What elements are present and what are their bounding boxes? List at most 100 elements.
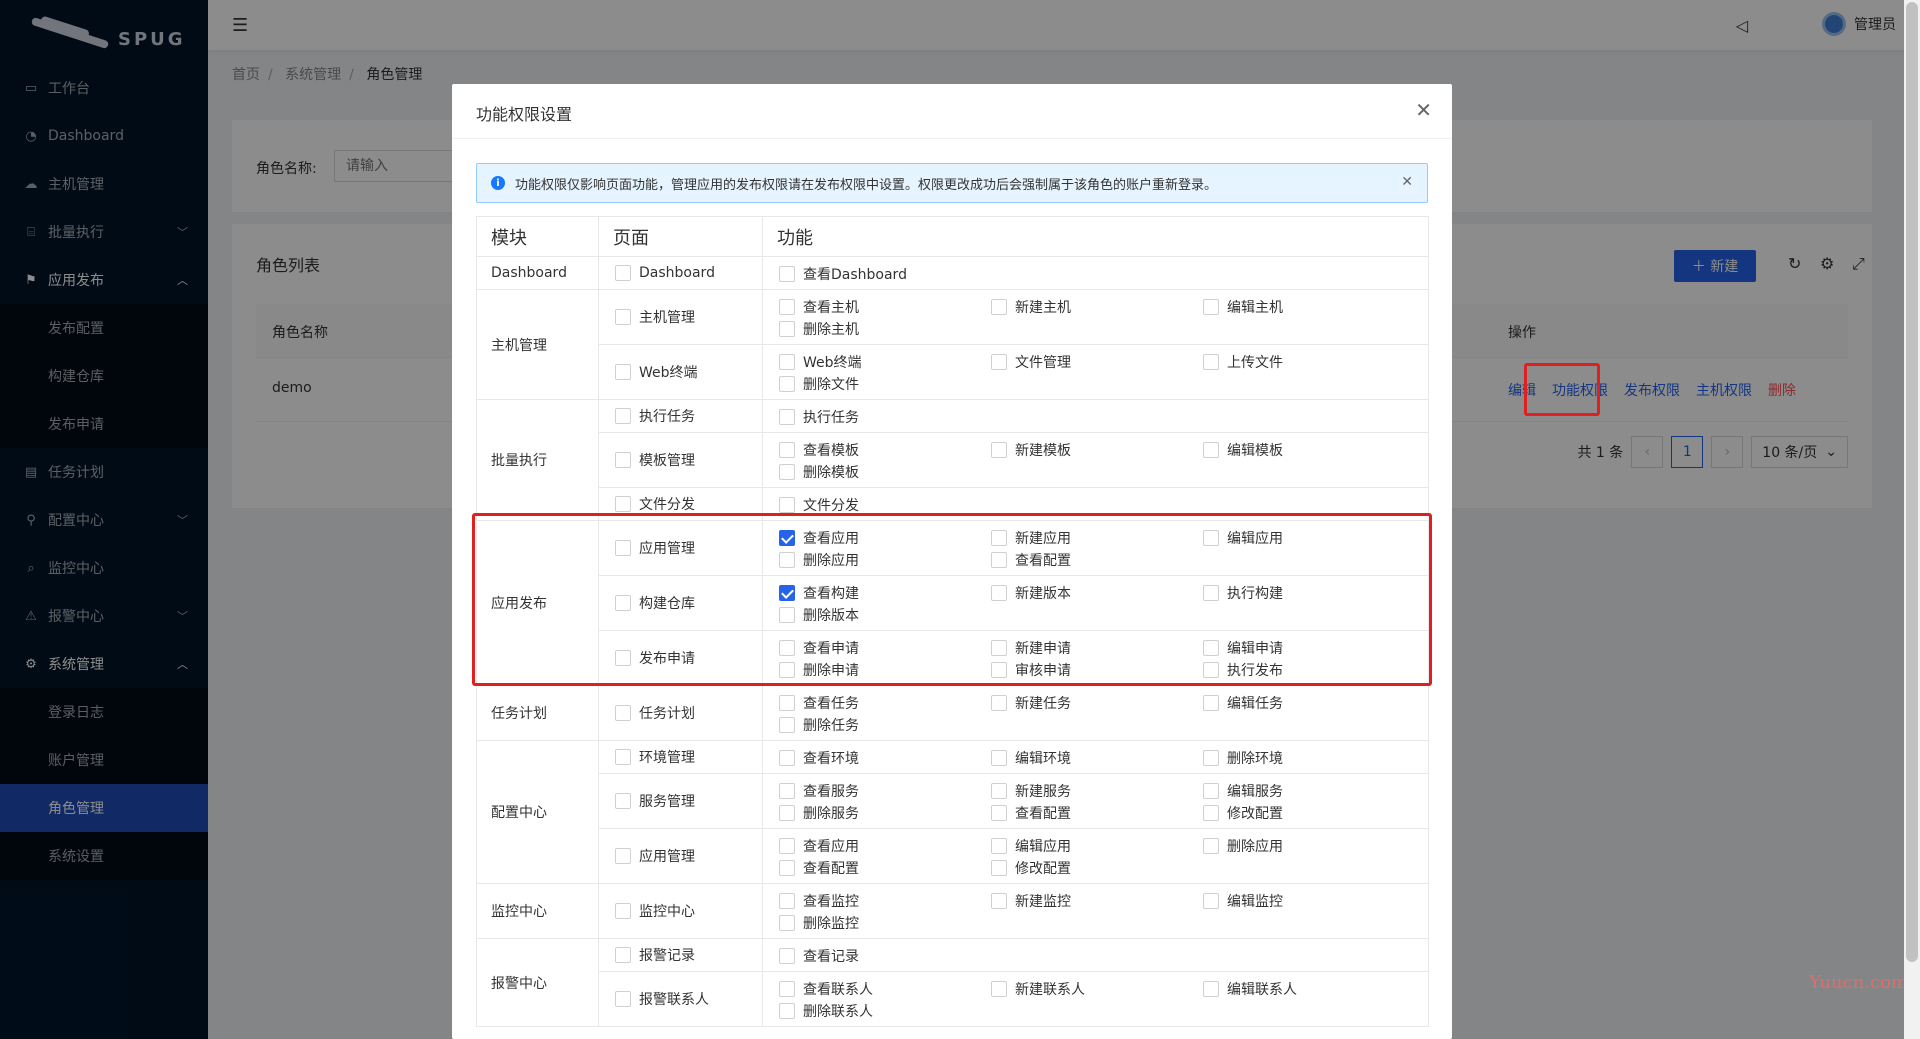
checkbox[interactable]	[779, 915, 795, 931]
function-checkbox[interactable]: 查看配置	[991, 802, 1203, 824]
checkbox[interactable]	[779, 717, 795, 733]
function-checkbox[interactable]: 编辑监控	[1203, 890, 1415, 912]
checkbox[interactable]	[779, 860, 795, 876]
page-checkbox[interactable]: Web终端	[615, 361, 698, 383]
checkbox[interactable]	[779, 948, 795, 964]
close-icon[interactable]: ✕	[1415, 98, 1432, 122]
function-checkbox[interactable]: 删除联系人	[779, 1000, 991, 1022]
checkbox[interactable]	[615, 990, 631, 1007]
function-checkbox[interactable]: 删除主机	[779, 318, 991, 340]
checkbox[interactable]	[1203, 981, 1219, 997]
checkbox[interactable]	[1203, 893, 1219, 909]
function-checkbox[interactable]: 查看Dashboard	[779, 263, 991, 285]
page-checkbox[interactable]: 报警记录	[615, 944, 695, 966]
checkbox[interactable]	[615, 308, 631, 325]
function-checkbox[interactable]: 编辑应用	[991, 835, 1203, 857]
checkbox[interactable]	[779, 299, 795, 315]
checkbox[interactable]	[779, 805, 795, 821]
checkbox[interactable]	[1203, 750, 1219, 766]
checkbox[interactable]	[1203, 805, 1219, 821]
checkbox[interactable]	[615, 748, 631, 765]
checkbox[interactable]	[779, 838, 795, 854]
function-checkbox[interactable]: 查看配置	[779, 857, 991, 879]
checkbox[interactable]	[991, 783, 1007, 799]
function-checkbox[interactable]: 新建主机	[991, 296, 1203, 318]
function-checkbox[interactable]: 执行任务	[779, 406, 991, 428]
page-checkbox[interactable]: 服务管理	[615, 790, 695, 812]
checkbox[interactable]	[1203, 695, 1219, 711]
page-checkbox[interactable]: 文件分发	[615, 493, 695, 515]
function-checkbox[interactable]: 新建模板	[991, 439, 1203, 461]
checkbox[interactable]	[1203, 299, 1219, 315]
checkbox[interactable]	[779, 783, 795, 799]
page-checkbox[interactable]: 模板管理	[615, 449, 695, 471]
checkbox[interactable]	[1203, 783, 1219, 799]
function-checkbox[interactable]: 查看主机	[779, 296, 991, 318]
page-checkbox[interactable]: Dashboard	[615, 262, 715, 284]
checkbox[interactable]	[991, 442, 1007, 458]
checkbox[interactable]	[615, 451, 631, 468]
checkbox[interactable]	[779, 750, 795, 766]
function-checkbox[interactable]: 查看监控	[779, 890, 991, 912]
checkbox[interactable]	[615, 792, 631, 809]
checkbox[interactable]	[779, 1003, 795, 1019]
checkbox[interactable]	[779, 266, 795, 282]
function-checkbox[interactable]: 查看记录	[779, 945, 991, 967]
checkbox[interactable]	[991, 860, 1007, 876]
function-checkbox[interactable]: 编辑主机	[1203, 296, 1415, 318]
function-checkbox[interactable]: 删除模板	[779, 461, 991, 483]
scrollbar-thumb[interactable]	[1906, 2, 1918, 962]
page-checkbox[interactable]: 执行任务	[615, 405, 695, 427]
checkbox[interactable]	[991, 750, 1007, 766]
function-checkbox[interactable]: 编辑服务	[1203, 780, 1415, 802]
page-checkbox[interactable]: 环境管理	[615, 746, 695, 768]
checkbox[interactable]	[991, 354, 1007, 370]
function-checkbox[interactable]: 删除监控	[779, 912, 991, 934]
function-checkbox[interactable]: 新建联系人	[991, 978, 1203, 1000]
checkbox[interactable]	[615, 704, 631, 721]
page-checkbox[interactable]: 报警联系人	[615, 988, 709, 1010]
checkbox[interactable]	[779, 442, 795, 458]
checkbox[interactable]	[991, 981, 1007, 997]
function-checkbox[interactable]: 编辑任务	[1203, 692, 1415, 714]
page-checkbox[interactable]: 监控中心	[615, 900, 695, 922]
function-checkbox[interactable]: 文件管理	[991, 351, 1203, 373]
checkbox[interactable]	[615, 495, 631, 512]
checkbox[interactable]	[1203, 354, 1219, 370]
function-checkbox[interactable]: 删除服务	[779, 802, 991, 824]
function-checkbox[interactable]: 删除环境	[1203, 747, 1415, 769]
function-checkbox[interactable]: 新建服务	[991, 780, 1203, 802]
function-checkbox[interactable]: 删除任务	[779, 714, 991, 736]
function-checkbox[interactable]: 新建任务	[991, 692, 1203, 714]
function-checkbox[interactable]: 新建监控	[991, 890, 1203, 912]
page-checkbox[interactable]: 应用管理	[615, 845, 695, 867]
checkbox[interactable]	[779, 464, 795, 480]
function-checkbox[interactable]: 查看模板	[779, 439, 991, 461]
function-checkbox[interactable]: 编辑环境	[991, 747, 1203, 769]
checkbox[interactable]	[615, 946, 631, 963]
function-checkbox[interactable]: 查看联系人	[779, 978, 991, 1000]
function-checkbox[interactable]: Web终端	[779, 351, 991, 373]
checkbox[interactable]	[615, 407, 631, 424]
checkbox[interactable]	[991, 299, 1007, 315]
checkbox[interactable]	[779, 321, 795, 337]
checkbox[interactable]	[991, 893, 1007, 909]
function-checkbox[interactable]: 修改配置	[1203, 802, 1415, 824]
checkbox[interactable]	[615, 902, 631, 919]
checkbox[interactable]	[615, 847, 631, 864]
checkbox[interactable]	[779, 695, 795, 711]
function-checkbox[interactable]: 上传文件	[1203, 351, 1415, 373]
function-checkbox[interactable]: 删除应用	[1203, 835, 1415, 857]
checkbox[interactable]	[1203, 838, 1219, 854]
function-checkbox[interactable]: 查看应用	[779, 835, 991, 857]
checkbox[interactable]	[991, 838, 1007, 854]
checkbox[interactable]	[779, 354, 795, 370]
scrollbar[interactable]	[1904, 0, 1920, 1039]
function-checkbox[interactable]: 修改配置	[991, 857, 1203, 879]
function-checkbox[interactable]: 编辑模板	[1203, 439, 1415, 461]
checkbox[interactable]	[615, 363, 631, 380]
function-checkbox[interactable]: 编辑联系人	[1203, 978, 1415, 1000]
function-checkbox[interactable]: 查看任务	[779, 692, 991, 714]
page-checkbox[interactable]: 主机管理	[615, 306, 695, 328]
checkbox[interactable]	[779, 409, 795, 425]
